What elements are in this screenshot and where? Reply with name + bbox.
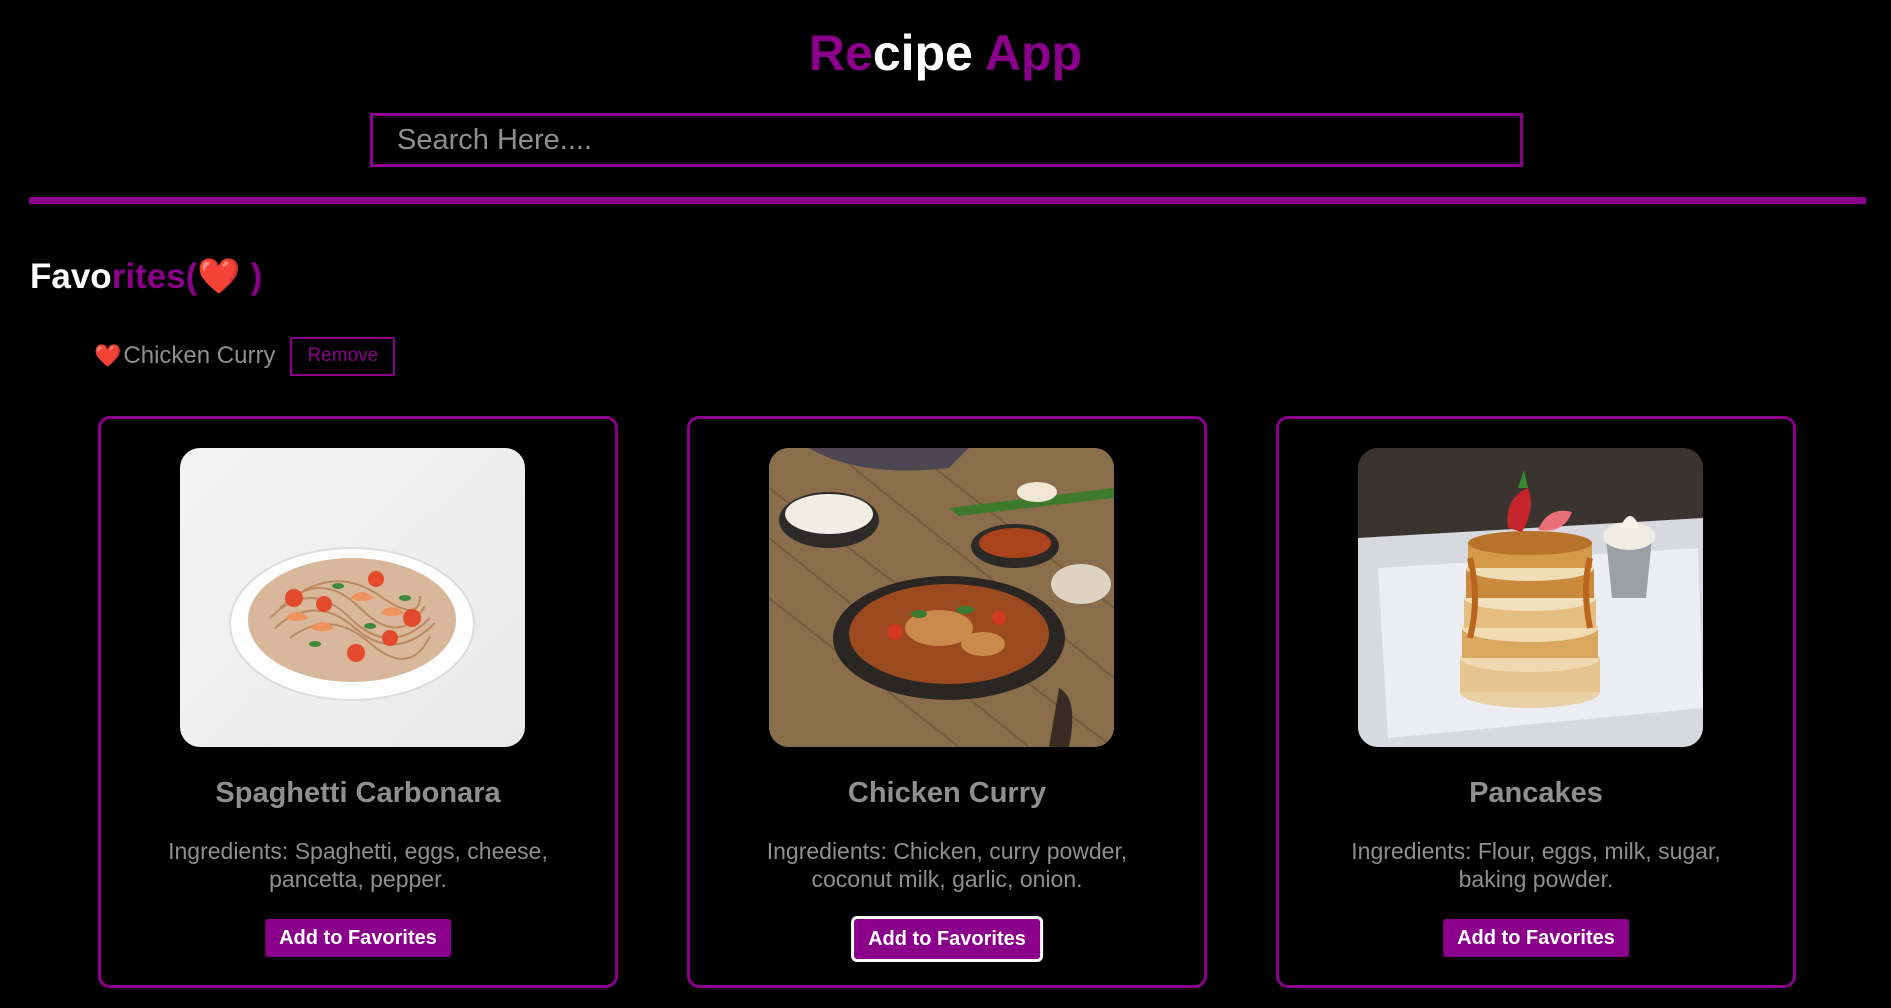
favorites-heading-part: ) [240,257,263,296]
pancakes-illustration [1358,448,1703,747]
favorites-heading-part: Favo [30,257,112,296]
app-title: Recipe App [0,22,1891,84]
remove-favorite-button[interactable]: Remove [290,336,396,376]
recipe-ingredients: Ingredients: Spaghetti, eggs, cheese, pa… [168,838,548,892]
favorites-heading-part: rites( [111,257,198,296]
recipe-card-pancakes: Pancakes Ingredients: Flour, eggs, milk,… [1276,416,1796,988]
recipe-ingredients: Ingredients: Flour, eggs, milk, sugar, b… [1351,838,1721,892]
add-to-favorites-button[interactable]: Add to Favorites [851,916,1043,962]
app-title-part: App [972,25,1083,81]
recipe-card-chicken-curry: Chicken Curry Ingredients: Chicken, curr… [687,416,1207,988]
heart-icon: ❤️ [94,343,122,368]
recipe-app-page: Recipe App Favorites(❤️ ) ❤️ Chicken Cur… [0,0,1891,1008]
header-divider [29,197,1866,204]
chicken-curry-illustration [769,448,1114,747]
add-to-favorites-button[interactable]: Add to Favorites [1443,919,1629,957]
recipe-card-spaghetti-carbonara: Spaghetti Carbonara Ingredients: Spaghet… [98,416,618,988]
add-to-favorites-button[interactable]: Add to Favorites [265,919,451,957]
chicken-curry-image [769,448,1114,747]
favorite-item-name: Chicken Curry [123,342,276,369]
recipe-ingredients: Ingredients: Chicken, curry powder, coco… [766,838,1128,892]
recipe-title: Chicken Curry [847,777,1047,809]
heart-icon: ❤️ [197,257,241,296]
app-title-part: Re [808,25,873,81]
pancakes-image [1358,448,1703,747]
recipe-title: Pancakes [1469,777,1603,809]
spaghetti-illustration [229,547,475,701]
app-title-part: cipe [872,25,973,81]
spaghetti-image [180,448,525,747]
search-input[interactable] [370,113,1523,167]
favorites-heading: Favorites(❤️ ) [30,254,262,300]
favorite-item: ❤️ Chicken Curry Remove [94,336,396,376]
recipe-title: Spaghetti Carbonara [215,777,501,809]
